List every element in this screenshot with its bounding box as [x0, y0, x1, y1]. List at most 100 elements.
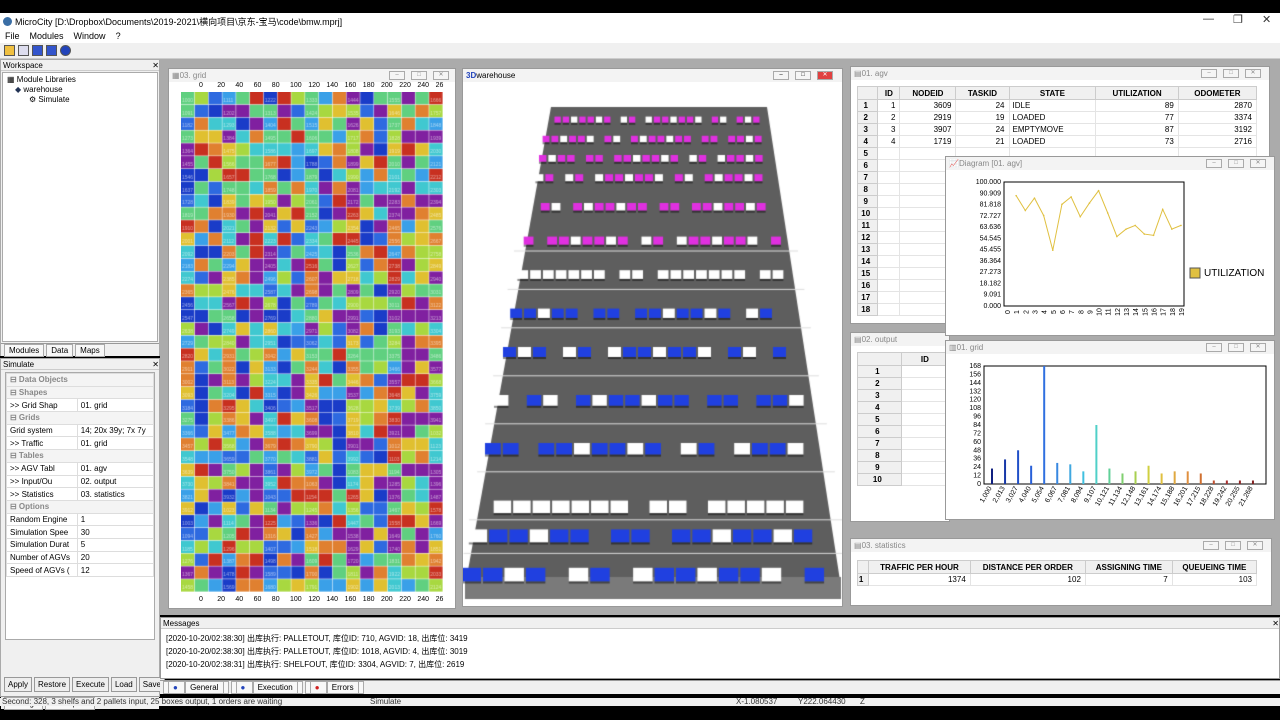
maximize-icon[interactable]: □: [411, 71, 427, 80]
table-row[interactable]: 10: [857, 473, 950, 486]
load-button[interactable]: Load: [110, 677, 137, 692]
property-value[interactable]: 02. output: [76, 474, 154, 489]
property-value[interactable]: 5: [76, 537, 154, 552]
warehouse-window-titlebar[interactable]: 3D warehouse – □ ✕: [463, 69, 842, 82]
tab-execution[interactable]: ● Execution: [230, 681, 303, 694]
minimize-icon[interactable]: —: [1203, 13, 1214, 25]
property-row[interactable]: >> Statistics 03. statistics: [6, 487, 154, 501]
tab-data[interactable]: Data: [46, 343, 74, 357]
property-value[interactable]: 01. grid: [76, 436, 154, 451]
property-value[interactable]: 20: [76, 550, 154, 565]
close-icon[interactable]: ✕: [1245, 69, 1261, 78]
property-row[interactable]: ⊟ Data Objects: [6, 373, 154, 387]
close-icon[interactable]: ✕: [152, 360, 159, 369]
close-icon[interactable]: ✕: [1272, 619, 1279, 628]
property-row[interactable]: ⊟ Tables: [6, 449, 154, 463]
property-row[interactable]: Random Engine 1: [6, 512, 154, 527]
restore-button[interactable]: Restore: [34, 677, 71, 692]
property-row[interactable]: Number of AGVs 20: [6, 550, 154, 565]
property-value[interactable]: 1: [76, 512, 154, 527]
execute-button[interactable]: Execute: [72, 677, 109, 692]
column-header[interactable]: TRAFFIC PER HOUR: [868, 560, 971, 574]
property-row[interactable]: Speed of AGVs (12: [6, 563, 154, 577]
close-icon[interactable]: ✕: [1247, 541, 1263, 550]
tree-item-libraries[interactable]: ▦ Module Libraries: [7, 75, 153, 85]
minimize-icon[interactable]: –: [1201, 69, 1217, 78]
property-value[interactable]: 12: [76, 563, 154, 577]
property-row[interactable]: Simulation Spee 30: [6, 525, 154, 539]
minimize-icon[interactable]: –: [389, 71, 405, 80]
close-icon[interactable]: ✕: [1250, 343, 1266, 352]
maximize-icon[interactable]: □: [795, 71, 811, 80]
column-header[interactable]: TASKID: [955, 86, 1010, 100]
column-header[interactable]: NODEID: [899, 86, 957, 100]
column-header[interactable]: ODOMETER: [1177, 86, 1258, 100]
maximize-icon[interactable]: □: [1228, 343, 1244, 352]
menu-modules[interactable]: Modules: [25, 31, 69, 41]
tab-errors[interactable]: ● Errors: [304, 681, 364, 694]
close-icon[interactable]: ✕: [433, 71, 449, 80]
property-row[interactable]: ⊟ Shapes: [6, 385, 154, 400]
table-row[interactable]: 2: [857, 377, 950, 390]
column-header[interactable]: UTILIZATION: [1095, 86, 1179, 100]
column-header[interactable]: ASSIGNING TIME: [1084, 560, 1173, 574]
table-row[interactable]: 3: [857, 389, 950, 402]
minimize-icon[interactable]: –: [773, 71, 789, 80]
property-row[interactable]: >> AGV Tabl 01. agv: [6, 461, 154, 476]
tree-item-simulate[interactable]: ⚙ Simulate: [7, 95, 153, 105]
property-row[interactable]: Simulation Durat 5: [6, 537, 154, 552]
apply-button[interactable]: Apply: [4, 677, 33, 692]
property-row[interactable]: Grid system 14; 20x 39y; 7x 7y: [6, 423, 154, 438]
tab-modules[interactable]: Modules: [4, 343, 45, 357]
column-header[interactable]: DISTANCE PER ORDER: [969, 560, 1086, 574]
warehouse-3d-view[interactable]: [463, 82, 842, 604]
hist-window-titlebar[interactable]: ▥ 01. grid – □ ✕: [946, 341, 1274, 354]
table-row[interactable]: 8: [857, 449, 950, 462]
maximize-icon[interactable]: □: [1225, 541, 1241, 550]
property-value[interactable]: 14; 20x 39y; 7x 7y: [76, 423, 154, 438]
maximize-icon[interactable]: ❐: [1233, 13, 1243, 26]
table-row[interactable]: 4: [857, 401, 950, 414]
table-row[interactable]: 4 4 1719 21 LOADED 73 2716: [856, 135, 1258, 148]
property-value[interactable]: 01. agv: [76, 461, 154, 476]
menu-file[interactable]: File: [0, 31, 25, 41]
open-icon[interactable]: [4, 45, 15, 56]
table-row[interactable]: 7: [857, 437, 950, 450]
diagram-window-titlebar[interactable]: 📈 Diagram [01. agv] – □ ✕: [946, 157, 1274, 170]
stats-window-titlebar[interactable]: ▤ 03. statistics – □ ✕: [851, 539, 1271, 552]
close-icon[interactable]: ✕: [817, 71, 833, 80]
grid-window-titlebar[interactable]: ▦ 03. grid – □ ✕: [169, 69, 455, 82]
output-window-titlebar[interactable]: ▤ 02. output: [851, 333, 949, 346]
property-row[interactable]: >> Traffic 01. grid: [6, 436, 154, 451]
menu-window[interactable]: Window: [69, 31, 111, 41]
maximize-icon[interactable]: □: [1228, 159, 1244, 168]
layout1-icon[interactable]: [18, 45, 29, 56]
property-row[interactable]: ⊟ Options: [6, 499, 154, 514]
info-icon[interactable]: [60, 45, 71, 56]
menu-help[interactable]: ?: [111, 31, 126, 41]
minimize-icon[interactable]: –: [1206, 159, 1222, 168]
close-icon[interactable]: ✕: [1250, 159, 1266, 168]
column-header[interactable]: STATE: [1008, 86, 1097, 100]
minimize-icon[interactable]: –: [1206, 343, 1222, 352]
table-row[interactable]: 3 3 3907 24 EMPTYMOVE 87 3192: [856, 123, 1258, 136]
table-row[interactable]: 1 1374 102 7 103: [856, 573, 1258, 586]
property-row[interactable]: >> Input/Ou 02. output: [6, 474, 154, 489]
tree-item-warehouse[interactable]: ◆ warehouse: [7, 85, 153, 95]
table-row[interactable]: 1: [857, 365, 950, 378]
close-icon[interactable]: ✕: [152, 61, 159, 70]
minimize-icon[interactable]: –: [1203, 541, 1219, 550]
table-row[interactable]: 1 1 3609 24 IDLE 89 2870: [856, 99, 1258, 112]
close-icon[interactable]: ✕: [1262, 13, 1271, 26]
property-row[interactable]: ⊟ Grids: [6, 411, 154, 425]
column-header[interactable]: ID: [877, 86, 901, 100]
property-value[interactable]: 01. grid: [76, 398, 154, 413]
property-value[interactable]: 03. statistics: [76, 487, 154, 501]
agv-window-titlebar[interactable]: ▤ 01. agv – □ ✕: [851, 67, 1269, 80]
tab-maps[interactable]: Maps: [75, 343, 105, 357]
column-header[interactable]: QUEUEING TIME: [1171, 560, 1258, 574]
maximize-icon[interactable]: □: [1223, 69, 1239, 78]
property-value[interactable]: 30: [76, 525, 154, 539]
table-row[interactable]: 6: [857, 425, 950, 438]
tab-general[interactable]: ● General: [163, 681, 229, 694]
